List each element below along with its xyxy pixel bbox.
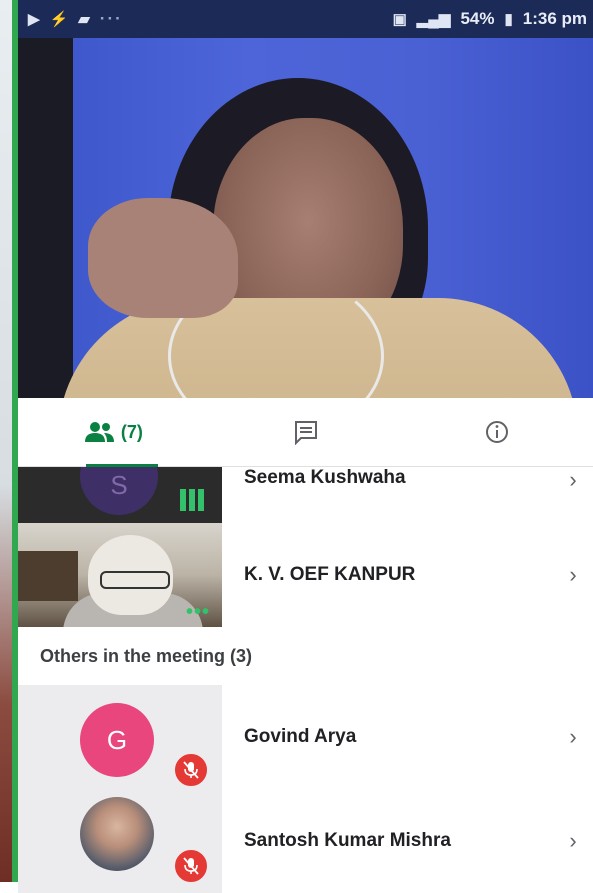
message-icon: ▰ bbox=[78, 11, 90, 28]
more-notifications-icon: ··· bbox=[99, 9, 123, 28]
tab-info[interactable] bbox=[401, 398, 593, 466]
participant-name: K. V. OEF KANPUR bbox=[244, 564, 416, 585]
chevron-right-icon[interactable]: › bbox=[553, 828, 593, 854]
panel-tabs: (7) bbox=[18, 398, 593, 467]
status-bar: ▶ ⚡ ▰ ··· ▣ ▂▄▆ 54% ▮ 1:36 pm bbox=[18, 0, 593, 38]
tab-chat[interactable] bbox=[210, 398, 402, 466]
signal-icon: ▂▄▆ bbox=[416, 11, 451, 28]
participant-name: Seema Kushwaha bbox=[244, 467, 406, 488]
clock: 1:36 pm bbox=[522, 9, 587, 28]
participant-thumbnail bbox=[18, 789, 222, 893]
mic-muted-icon bbox=[172, 751, 210, 789]
participant-thumbnail: S bbox=[18, 467, 222, 523]
people-icon bbox=[84, 422, 114, 442]
mic-muted-icon bbox=[172, 847, 210, 885]
cast-icon: ▣ bbox=[392, 11, 407, 28]
battery-level: 54% bbox=[460, 9, 495, 28]
info-icon bbox=[486, 421, 509, 443]
tab-people[interactable]: (7) bbox=[18, 398, 210, 466]
video-call-icon: ▶ bbox=[28, 11, 40, 28]
participant-name: Govind Arya bbox=[244, 726, 357, 747]
people-count: (7) bbox=[120, 421, 143, 442]
phone-screen: ▶ ⚡ ▰ ··· ▣ ▂▄▆ 54% ▮ 1:36 pm (7) S Seem… bbox=[12, 0, 593, 893]
participant-row[interactable]: ••• K. V. OEF KANPUR › bbox=[18, 523, 593, 627]
participant-row[interactable]: S Seema Kushwaha › bbox=[18, 467, 593, 523]
speaking-indicator-icon bbox=[180, 489, 204, 511]
participant-row[interactable]: Santosh Kumar Mishra › bbox=[18, 789, 593, 893]
more-options-icon: ••• bbox=[186, 601, 211, 623]
participant-row[interactable]: G Govind Arya › bbox=[18, 685, 593, 789]
background-frame bbox=[0, 0, 12, 882]
battery-icon: ▮ bbox=[504, 11, 513, 28]
participant-name: Santosh Kumar Mishra bbox=[244, 830, 451, 851]
participants-panel: (7) S Seema Kushwaha › ••• K. V. OEF KAN… bbox=[18, 398, 593, 893]
chevron-right-icon[interactable]: › bbox=[553, 724, 593, 750]
others-section-title: Others in the meeting (3) bbox=[40, 645, 253, 666]
participant-video-thumbnail: ••• bbox=[18, 523, 222, 627]
participant-thumbnail: G bbox=[18, 685, 222, 789]
chevron-right-icon[interactable]: › bbox=[553, 562, 593, 588]
avatar: G bbox=[80, 703, 154, 777]
avatar bbox=[80, 797, 154, 871]
usb-icon: ⚡ bbox=[49, 11, 69, 28]
chat-icon bbox=[294, 421, 317, 445]
main-video-feed[interactable] bbox=[18, 38, 593, 398]
chevron-right-icon[interactable]: › bbox=[553, 467, 593, 493]
avatar: S bbox=[80, 467, 158, 515]
